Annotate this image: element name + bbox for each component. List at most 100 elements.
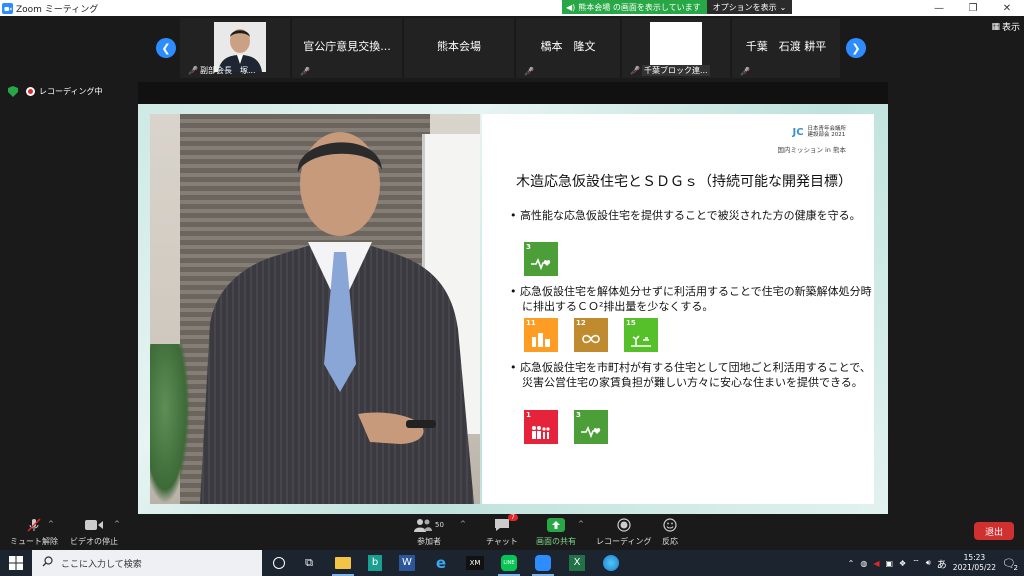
taskbar-app[interactable]: e <box>426 550 456 576</box>
reactions-button[interactable]: 反応 <box>662 517 678 547</box>
mission-label: 国内ミッション in 熊本 <box>777 146 846 154</box>
chat-badge: 7 <box>507 514 518 521</box>
sharing-text: 熊本会場 の画面を表示しています <box>578 3 701 12</box>
file-explorer-icon <box>335 557 351 569</box>
participants-button[interactable]: 50 参加者 <box>414 517 444 547</box>
share-screen-icon <box>547 517 565 533</box>
xm-app-icon: XM <box>466 556 484 570</box>
cortana-button[interactable] <box>264 550 294 576</box>
chevron-left-icon: ❮ <box>161 41 171 55</box>
task-view-button[interactable]: ⧉ <box>294 550 324 576</box>
participant-label: 🎤̸ <box>524 67 534 76</box>
taskbar-app[interactable]: LINE <box>494 550 524 576</box>
jc-logo: JC 日本青年会議所 建設部会 2021 <box>792 126 846 138</box>
warning-icon[interactable]: ◀ <box>873 559 879 568</box>
participant-label: 🎤̸ 千葉ブロック連... <box>630 65 710 76</box>
slide-bullet: • 高性能な応急仮設住宅を提供することで被災された方の健康を守る。 <box>510 209 861 222</box>
participant-tile[interactable]: 千葉 石渡 耕平 🎤̸ <box>732 18 840 78</box>
participant-tile[interactable]: 橋本 隆文 🎤̸ <box>516 18 620 78</box>
participant-tile[interactable]: 熊本会場 <box>404 18 514 78</box>
sdg-goal-number: 3 <box>576 411 581 419</box>
wifi-icon[interactable]: ⌔ <box>912 558 920 568</box>
maximize-button[interactable]: ❐ <box>956 0 990 16</box>
participant-name: 橋本 隆文 <box>540 40 596 53</box>
sdg-goal-3-icon: 3 <box>574 410 608 444</box>
notifications-button[interactable]: 🗨︎ 2 <box>1002 557 1018 572</box>
grid-view-icon: ▦ <box>991 21 1000 32</box>
slide-bullet: • 応急仮設住宅を市町村が有する住宅として団地ごと利活用することで、災害公営住宅… <box>510 361 871 389</box>
taskbar-app[interactable] <box>328 550 358 576</box>
audio-options-caret[interactable]: ^ <box>48 520 54 528</box>
chat-icon: 7 <box>494 514 518 533</box>
video-camera-icon <box>85 517 103 533</box>
view-button[interactable]: ▦ 表示 <box>991 20 1020 34</box>
edge-icon <box>603 555 619 571</box>
taskbar-app[interactable]: X <box>562 550 592 576</box>
participant-tile[interactable]: 官公庁意見交換... 🎤̸ <box>292 18 402 78</box>
mic-muted-icon <box>26 517 42 533</box>
zoom-logo-icon <box>2 3 13 14</box>
share-banner: ◀) 熊本会場 の画面を表示しています オプションを表示 ⌄ <box>562 0 793 14</box>
ime-mode-indicator[interactable]: あ <box>937 556 947 571</box>
system-tray: ⌃ ◍ ◀ ▣ ❖ ⌔ 🔊︎ あ 15:23 2021/05/22 🗨︎ 2 <box>848 550 1018 576</box>
dropbox-icon[interactable]: ❖ <box>899 559 906 568</box>
smiley-icon <box>663 517 677 533</box>
taskbar-app[interactable]: W <box>392 550 422 576</box>
task-view-icon: ⧉ <box>305 556 313 569</box>
participant-name: 熊本会場 <box>437 40 481 53</box>
close-window-button[interactable]: ✕ <box>990 0 1024 16</box>
jc-logo-icon: JC <box>792 127 804 138</box>
gallery-next-button[interactable]: ❯ <box>846 38 866 58</box>
view-options-button[interactable]: オプションを表示 ⌄ <box>706 0 793 14</box>
internet-explorer-icon: e <box>435 554 447 572</box>
taskbar-app[interactable] <box>596 550 626 576</box>
record-icon <box>26 87 35 96</box>
slide-bullet: • 応急仮設住宅を解体処分せずに利活用することで住宅の新築解体処分時に排出するＣ… <box>510 285 872 313</box>
mic-muted-icon: 🎤̸ <box>524 67 534 76</box>
chevron-down-icon: ⌄ <box>779 2 787 12</box>
search-icon <box>42 556 53 570</box>
taskbar-app[interactable] <box>528 550 558 576</box>
participant-tile[interactable]: 🎤̸ 副部会長 塚... <box>180 18 290 78</box>
window-title: Zoom ミーティング <box>16 5 99 15</box>
chat-button[interactable]: 7 チャット <box>486 514 518 547</box>
sdg-goal-number: 1 <box>526 411 531 419</box>
participant-label: 🎤̸ 副部会長 塚... <box>188 66 256 75</box>
taskbar-app[interactable]: b <box>360 550 390 576</box>
zoom-icon <box>535 555 551 571</box>
share-options-caret[interactable]: ^ <box>578 520 584 528</box>
slide-title: 木造応急仮設住宅とＳＤＧｓ（持続可能な開発目標） <box>516 174 852 190</box>
word-icon: W <box>399 555 415 571</box>
record-button[interactable]: レコーディング <box>596 517 651 547</box>
mic-muted-icon: 🎤̸ <box>188 66 198 75</box>
leave-meeting-button[interactable]: 退出 <box>974 522 1014 540</box>
video-options-caret[interactable]: ^ <box>114 520 120 528</box>
mic-muted-icon: 🎤̸ <box>740 67 750 76</box>
recording-indicator[interactable]: レコーディング中 <box>26 86 102 97</box>
participants-options-caret[interactable]: ^ <box>460 520 466 528</box>
app-title: Zoom ミーティング <box>2 2 98 15</box>
taskbar-app[interactable]: XM <box>460 550 490 576</box>
taskbar-search-box[interactable]: ここに入力して検索 <box>32 550 262 576</box>
show-hidden-icons-chevron[interactable]: ⌃ <box>848 559 855 568</box>
line-icon: LINE <box>501 555 517 571</box>
security-shield-icon[interactable] <box>8 86 18 97</box>
gallery-prev-button[interactable]: ❮ <box>156 38 176 58</box>
start-button[interactable] <box>0 550 32 576</box>
minimize-button[interactable]: — <box>922 0 956 16</box>
participant-tile[interactable]: 🎤̸ 千葉ブロック連... <box>622 18 730 78</box>
participant-gallery: ❮ 🎤̸ 副部会長 塚... 官公庁意見交換... 🎤̸ 熊本会場 橋本 隆文 … <box>0 16 1024 80</box>
security-icon[interactable]: ▣ <box>885 559 893 568</box>
mic-muted-icon: 🎤̸ <box>630 66 640 75</box>
network-icon[interactable]: ◍ <box>860 559 867 568</box>
volume-icon[interactable]: 🔊︎ <box>926 558 931 568</box>
excel-icon: X <box>569 555 585 571</box>
taskbar-clock[interactable]: 15:23 2021/05/22 <box>953 553 996 573</box>
stop-video-button[interactable]: ビデオの停止 <box>70 517 118 547</box>
participant-label: 🎤̸ <box>300 67 310 76</box>
sdg-goal-1-icon: 1 <box>524 410 558 444</box>
shared-screen: JC 日本青年会議所 建設部会 2021 国内ミッション in 熊本 木造応急仮設… <box>138 82 888 514</box>
meeting-status: レコーディング中 <box>8 86 102 97</box>
share-screen-button[interactable]: 画面の共有 <box>536 517 576 547</box>
sdg-goal-11-icon: 11 <box>524 318 558 352</box>
